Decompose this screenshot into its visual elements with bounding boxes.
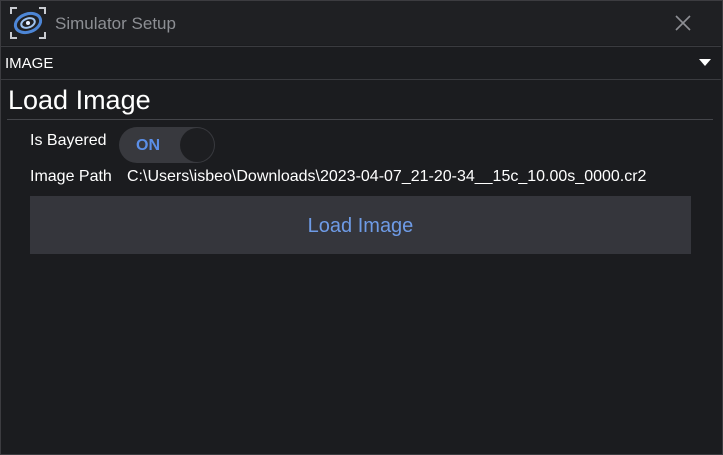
load-image-button[interactable]: Load Image bbox=[30, 196, 691, 254]
simulator-setup-window: Simulator Setup IMAGE Load Image Is Baye… bbox=[0, 0, 723, 455]
section-title: Load Image bbox=[8, 85, 151, 115]
toggle-state-text: ON bbox=[136, 137, 160, 154]
mode-select-value: IMAGE bbox=[5, 55, 54, 72]
image-path-value: C:\Users\isbeo\Downloads\2023-04-07_21-2… bbox=[127, 168, 647, 185]
toggle-knob bbox=[180, 128, 214, 162]
title-bar[interactable]: Simulator Setup bbox=[1, 1, 722, 45]
mode-select[interactable]: IMAGE bbox=[1, 46, 721, 80]
section-divider bbox=[7, 119, 713, 120]
window-title: Simulator Setup bbox=[55, 14, 176, 33]
close-icon[interactable] bbox=[671, 11, 695, 35]
image-path-label: Image Path bbox=[30, 168, 112, 185]
chevron-down-icon[interactable] bbox=[699, 59, 711, 66]
galaxy-app-icon bbox=[10, 7, 46, 39]
is-bayered-toggle[interactable]: ON bbox=[119, 127, 215, 163]
is-bayered-label: Is Bayered bbox=[30, 132, 107, 149]
load-image-button-label: Load Image bbox=[307, 215, 414, 237]
